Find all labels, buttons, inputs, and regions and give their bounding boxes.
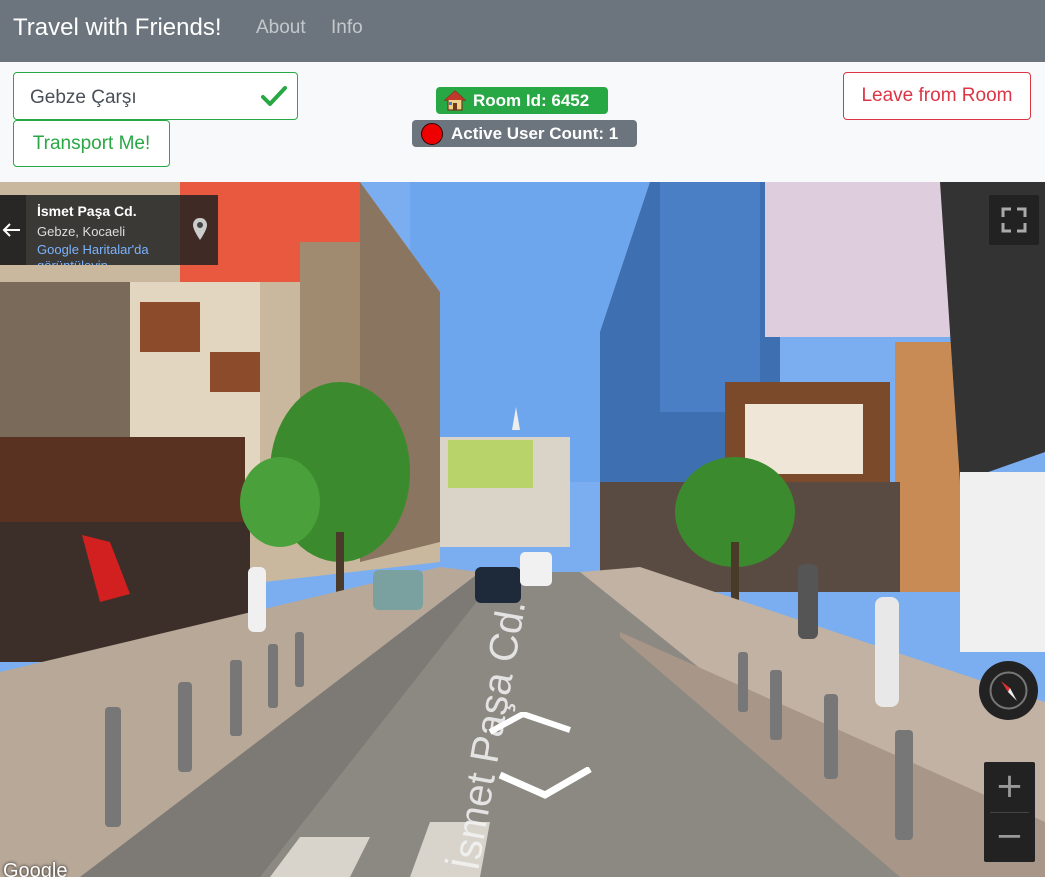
pin-icon[interactable]	[192, 217, 208, 241]
transport-button[interactable]: Transport Me!	[13, 120, 170, 167]
fullscreen-button[interactable]	[989, 195, 1039, 245]
room-id-label: Room Id: 6452	[473, 91, 590, 110]
house-icon	[444, 90, 466, 111]
location-info-card: İsmet Paşa Cd. Gebze, Kocaeli Google Har…	[0, 195, 218, 265]
red-dot-icon	[421, 123, 443, 145]
room-id-badge: Room Id: 6452	[436, 87, 608, 114]
fullscreen-icon	[1001, 207, 1027, 233]
navigate-back-arrow[interactable]	[490, 767, 600, 807]
brand[interactable]: Travel with Friends!	[13, 14, 222, 42]
location-input[interactable]: Gebze Çarşı	[13, 72, 298, 120]
zoom-in-button[interactable]: +	[984, 762, 1035, 812]
street-area: Gebze, Kocaeli	[37, 224, 126, 239]
nav-link-about[interactable]: About	[256, 17, 306, 39]
location-value[interactable]: Gebze Çarşı	[30, 87, 137, 109]
street-name: İsmet Paşa Cd.	[37, 203, 137, 219]
compass-icon	[989, 671, 1028, 710]
nav-link-info[interactable]: Info	[331, 17, 363, 39]
leave-room-button[interactable]: Leave from Room	[843, 72, 1031, 120]
navbar: Travel with Friends! About Info	[0, 0, 1045, 62]
zoom-control: + −	[984, 762, 1035, 862]
active-users-label: Active User Count: 1	[451, 124, 619, 143]
zoom-out-button[interactable]: −	[984, 812, 1035, 862]
check-icon	[261, 86, 287, 106]
street-view-panorama[interactable]: İsmet Paşa Cd. İsmet Paşa Cd. Gebze, Koc…	[0, 182, 1045, 877]
google-maps-link[interactable]: Google Haritalar'da görüntüleyin	[37, 242, 177, 265]
google-logo: Google	[3, 860, 68, 877]
compass-button[interactable]	[979, 661, 1038, 720]
back-arrow-icon[interactable]	[0, 195, 26, 265]
active-users-badge: Active User Count: 1	[412, 120, 637, 147]
